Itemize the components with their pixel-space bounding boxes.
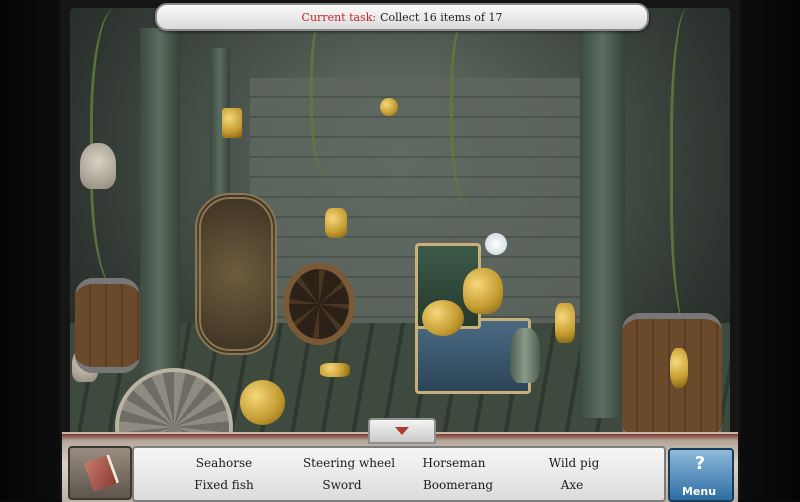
gold-plaque[interactable] (222, 108, 242, 138)
list-item: Sword (322, 478, 362, 492)
left-barrel[interactable] (75, 278, 140, 373)
list-item: Wild pig (548, 456, 600, 470)
menu-button[interactable]: ? Menu (668, 448, 734, 502)
amphora[interactable] (510, 328, 540, 383)
hanging-vine (670, 8, 713, 328)
item-list: Seahorse Steering wheel Horseman Wild pi… (132, 446, 666, 502)
golden-jug[interactable] (463, 268, 503, 314)
gold-medallion[interactable] (380, 98, 398, 116)
gold-ring-disc[interactable] (240, 380, 285, 425)
task-bar: Current task: Collect 16 items of 17 (155, 3, 649, 31)
panel-toggle-button[interactable] (368, 418, 436, 444)
right-post (580, 18, 625, 418)
task-label: Current task: (301, 10, 377, 24)
list-item: Axe (560, 478, 584, 492)
menu-label: Menu (681, 485, 717, 498)
list-item: Horseman (422, 456, 486, 470)
stone-bust[interactable] (80, 143, 116, 189)
golden-helmet[interactable] (422, 300, 464, 336)
horseman-object[interactable] (325, 208, 347, 238)
crystal-ball[interactable] (485, 233, 507, 255)
wild-pig-object[interactable] (555, 303, 575, 343)
steering-wheel-object[interactable] (283, 263, 355, 345)
task-text: Collect 16 items of 17 (380, 10, 503, 24)
list-item: Seahorse (195, 456, 253, 470)
question-icon: ? (694, 453, 706, 474)
rope-coil[interactable] (195, 193, 277, 355)
list-item: Fixed fish (194, 478, 254, 492)
fish-object[interactable] (320, 363, 350, 377)
hidden-object-scene[interactable] (70, 8, 730, 443)
list-item: Boomerang (422, 478, 494, 492)
journal-icon (83, 454, 120, 492)
hanging-vine (450, 8, 503, 208)
seahorse-object[interactable] (670, 348, 688, 388)
journal-button[interactable] (68, 446, 132, 500)
chevron-down-icon (395, 427, 409, 435)
left-border (0, 0, 60, 500)
hanging-vine (310, 8, 353, 178)
right-border (740, 0, 800, 500)
